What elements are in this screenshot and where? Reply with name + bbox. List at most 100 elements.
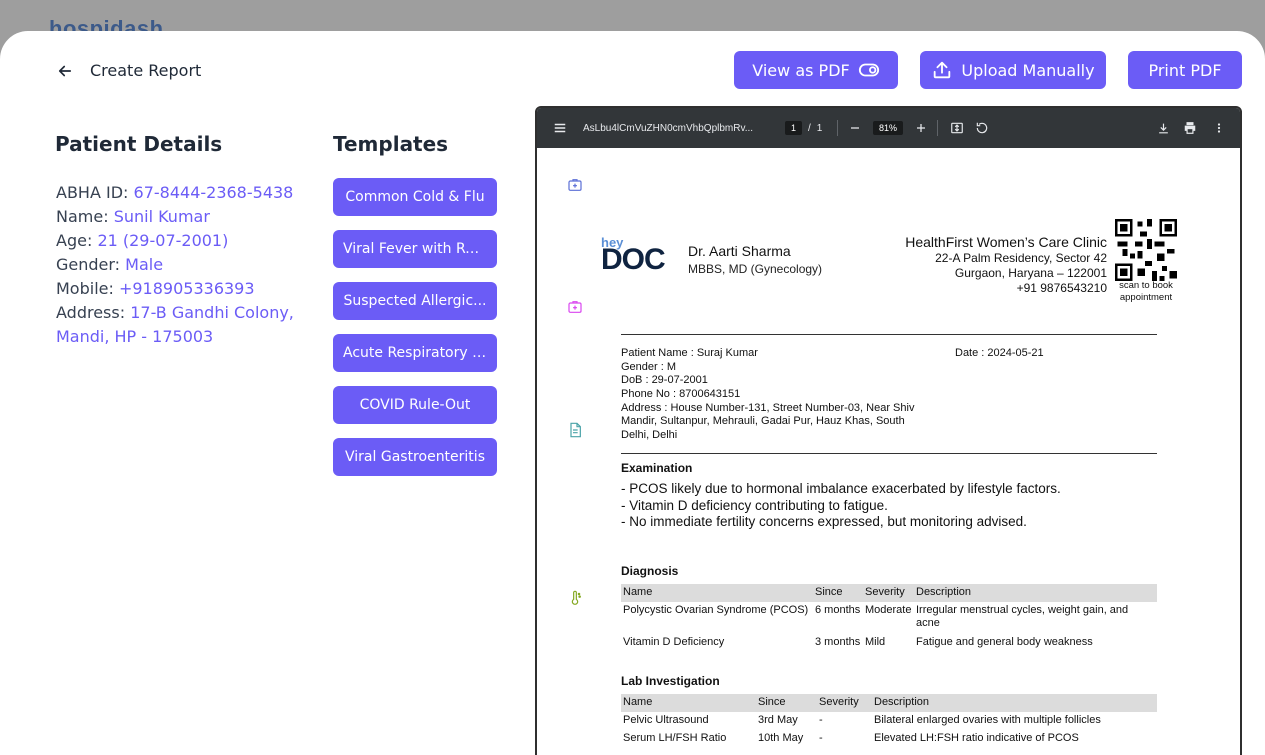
table-cell: Fatigue and general body weakness bbox=[916, 635, 1093, 648]
table-cell: Vitamin D Deficiency bbox=[623, 635, 725, 648]
page-input[interactable]: 1 bbox=[785, 121, 803, 135]
age-label: Age: bbox=[56, 231, 93, 250]
template-label: Suspected Allergic... bbox=[343, 293, 487, 309]
clinic-info: HealthFirst Women’s Care Clinic 22-A Pal… bbox=[905, 234, 1107, 296]
examination-notes: - PCOS likely due to hormonal imbalance … bbox=[621, 481, 1061, 531]
table-cell: Mild bbox=[865, 635, 886, 648]
clinic-address-line: Gurgaon, Haryana – 122001 bbox=[954, 266, 1107, 280]
page-indicator: 1 / 1 bbox=[785, 108, 822, 148]
diagnosis-table: Name Since Severity Description Polycyst… bbox=[621, 584, 1157, 652]
fit-page-icon[interactable] bbox=[950, 108, 964, 148]
address-line: Address : House Number-131, Street Numbe… bbox=[621, 402, 915, 414]
patient-details-heading: Patient Details bbox=[55, 132, 223, 156]
table-cell: Polycystic Ovarian Syndrome (PCOS) bbox=[623, 603, 809, 616]
column-header: Description bbox=[872, 694, 1157, 712]
doctor-degree: MBBS, MD (Gynecology) bbox=[688, 262, 823, 276]
column-header: Description bbox=[914, 584, 1157, 602]
table-cell: Serum LH/FSH Ratio bbox=[623, 732, 727, 744]
gender-value: Male bbox=[125, 255, 164, 274]
pdf-page: hey DOC Dr. Aarti Sharma MBBS, MD (Gynec… bbox=[537, 148, 1240, 755]
patient-name-line: Patient Name : Suraj Kumar bbox=[621, 347, 758, 359]
zoom-input[interactable]: 81% bbox=[873, 121, 904, 135]
name-row: Name: Sunil Kumar bbox=[56, 205, 306, 229]
toggle-icon bbox=[858, 63, 879, 77]
table-cell: 10th May bbox=[758, 732, 804, 744]
table-row: Polycystic Ovarian Syndrome (PCOS) 6 mon… bbox=[621, 602, 1157, 634]
thermometer-icon bbox=[571, 590, 581, 605]
address-line: Mandir, Sultanpur, Mehrauli, Gadai Pur, … bbox=[621, 415, 905, 427]
toolbar-divider bbox=[837, 120, 838, 136]
divider bbox=[621, 453, 1157, 454]
template-button[interactable]: Viral Gastroenteritis bbox=[333, 438, 497, 476]
clinic-address-line: 22-A Palm Residency, Sector 42 bbox=[935, 251, 1107, 265]
phone-line: Phone No : 8700643151 bbox=[621, 388, 741, 400]
template-button[interactable]: Common Cold & Flu bbox=[333, 178, 497, 216]
exam-line: - PCOS likely due to hormonal imbalance … bbox=[621, 481, 1061, 496]
gender-row: Gender: Male bbox=[56, 253, 306, 277]
mobile-value: +918905336393 bbox=[118, 279, 255, 298]
view-as-pdf-button[interactable]: View as PDF bbox=[734, 51, 898, 89]
name-value: Sunil Kumar bbox=[113, 207, 210, 226]
create-report-sheet: Create Report View as PDF Upload Manuall… bbox=[0, 31, 1265, 755]
print-icon[interactable] bbox=[1183, 108, 1197, 148]
lab-investigation-table: Name Since Severity Description Pelvic U… bbox=[621, 694, 1157, 749]
mobile-label: Mobile: bbox=[56, 279, 114, 298]
templates-heading: Templates bbox=[333, 132, 449, 156]
column-header: Since bbox=[813, 584, 863, 602]
template-label: Viral Fever with Res... bbox=[343, 241, 487, 257]
table-cell: Bilateral enlarged ovaries with multiple… bbox=[874, 713, 1101, 726]
examination-heading: Examination bbox=[621, 461, 693, 475]
clinic-phone: +91 9876543210 bbox=[1016, 281, 1107, 295]
gender-label: Gender: bbox=[56, 255, 121, 274]
logo-big-text: DOC bbox=[601, 243, 666, 276]
address-row: Address: 17-B Gandhi Colony, Mandi, HP -… bbox=[56, 301, 306, 349]
rotate-icon[interactable] bbox=[975, 108, 989, 148]
report-date: Date : 2024-05-21 bbox=[955, 347, 1044, 359]
page-separator: / bbox=[808, 122, 811, 134]
table-cell: 3rd May bbox=[758, 713, 798, 726]
page-total: 1 bbox=[816, 122, 823, 134]
view-as-pdf-label: View as PDF bbox=[752, 60, 850, 80]
zoom-in-icon[interactable] bbox=[915, 108, 927, 148]
template-button[interactable]: Acute Respiratory I... bbox=[333, 334, 497, 372]
first-aid-kit-icon bbox=[568, 301, 582, 313]
table-cell: Moderate bbox=[865, 603, 912, 616]
age-row: Age: 21 (29-07-2001) bbox=[56, 229, 306, 253]
table-cell: Elevated LH:FSH ratio indicative of PCOS bbox=[874, 732, 1079, 744]
age-value: 21 (29-07-2001) bbox=[97, 231, 229, 250]
arrow-left-icon bbox=[58, 65, 72, 76]
template-label: COVID Rule-Out bbox=[359, 397, 471, 413]
table-cell: - bbox=[819, 713, 823, 726]
exam-line: - No immediate fertility concerns expres… bbox=[621, 514, 1027, 529]
pdf-filename: AsLbu4lCmVuZHN0cmVhbQplbmRv... bbox=[583, 122, 754, 134]
page-title: Create Report bbox=[90, 61, 202, 80]
medical-id-icon bbox=[568, 179, 582, 191]
back-button[interactable]: Create Report bbox=[56, 61, 201, 80]
table-row: Serum LH/FSH Ratio 10th May - Elevated L… bbox=[621, 730, 1157, 749]
table-row: Pelvic Ultrasound 3rd May - Bilateral en… bbox=[621, 712, 1157, 731]
upload-manually-label: Upload Manually bbox=[961, 60, 1095, 80]
template-button[interactable]: Viral Fever with Res... bbox=[333, 230, 497, 268]
qr-caption: scan to book appointment bbox=[1113, 280, 1179, 304]
exam-line: - Vitamin D deficiency contributing to f… bbox=[621, 497, 888, 513]
address-line: Delhi, Delhi bbox=[621, 429, 678, 441]
pdf-toolbar: AsLbu4lCmVuZHN0cmVhbQplbmRv... 1 / 1 81% bbox=[537, 108, 1240, 148]
download-icon[interactable] bbox=[1157, 108, 1170, 148]
address-label: Address: bbox=[56, 303, 126, 322]
qr-code-icon bbox=[1115, 219, 1177, 281]
table-cell: 6 months bbox=[815, 603, 861, 616]
zoom-out-icon[interactable] bbox=[849, 108, 861, 148]
gender-line: Gender : M bbox=[621, 361, 677, 373]
more-options-icon[interactable] bbox=[1213, 108, 1225, 148]
template-button[interactable]: COVID Rule-Out bbox=[333, 386, 497, 424]
column-header: Severity bbox=[863, 584, 914, 602]
qr-caption-line: scan to book bbox=[1119, 280, 1173, 291]
diagnosis-heading: Diagnosis bbox=[621, 564, 679, 578]
template-button[interactable]: Suspected Allergic... bbox=[333, 282, 497, 320]
upload-manually-button[interactable]: Upload Manually bbox=[920, 51, 1106, 89]
menu-icon[interactable] bbox=[553, 108, 567, 148]
print-pdf-button[interactable]: Print PDF bbox=[1128, 51, 1242, 89]
clinic-name: HealthFirst Women’s Care Clinic bbox=[905, 234, 1107, 250]
table-header-row: Name Since Severity Description bbox=[621, 584, 1157, 602]
toolbar-divider bbox=[937, 120, 938, 136]
